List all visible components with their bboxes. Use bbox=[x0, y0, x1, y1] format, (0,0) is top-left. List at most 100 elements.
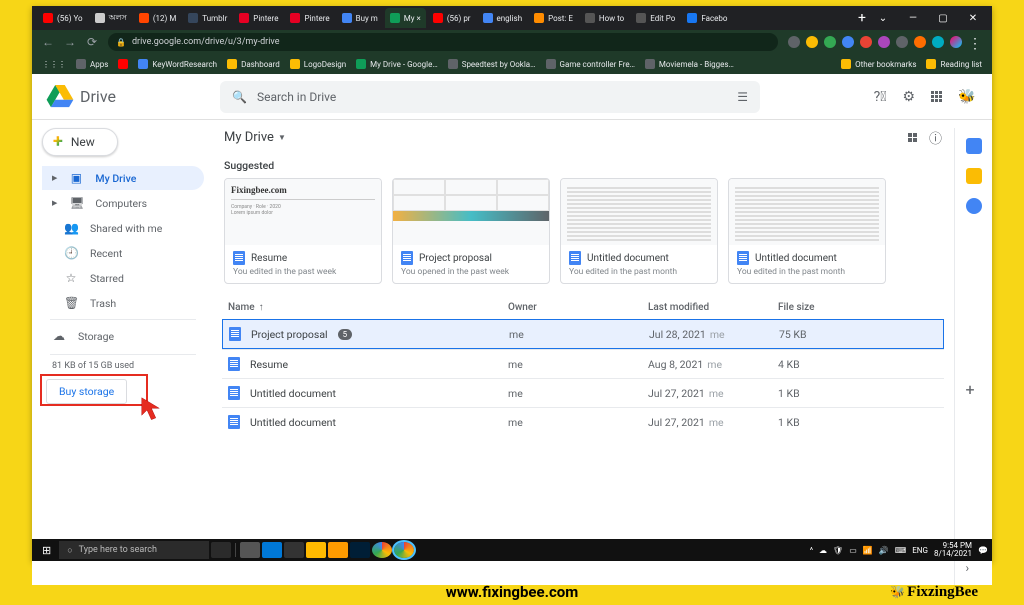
sidebar-item[interactable]: ▶▣My Drive bbox=[42, 166, 204, 190]
file-row[interactable]: Resume me Aug 8, 2021me 4 KB bbox=[222, 349, 944, 378]
clock[interactable]: 9:54 PM 8/14/2021 bbox=[934, 542, 972, 558]
browser-tab[interactable]: My × bbox=[385, 8, 426, 28]
address-bar[interactable]: 🔒 drive.google.com/drive/u/3/my-drive bbox=[108, 33, 778, 51]
ext-icon[interactable] bbox=[932, 36, 944, 48]
chrome-active-icon[interactable] bbox=[394, 542, 414, 558]
calendar-icon[interactable] bbox=[966, 138, 982, 154]
ext-icon[interactable] bbox=[824, 36, 836, 48]
browser-tab[interactable]: Tumblr bbox=[183, 8, 232, 28]
maximize-button[interactable]: ▢ bbox=[934, 13, 952, 24]
browser-tab[interactable]: Post: E bbox=[529, 8, 578, 28]
browser-tab[interactable]: Facebo bbox=[682, 8, 732, 28]
sidebar-item[interactable]: 🗑Trash bbox=[42, 291, 204, 315]
keyboard-icon[interactable]: ⌨ bbox=[895, 546, 907, 555]
task-view-icon[interactable] bbox=[211, 542, 231, 558]
bookmark-item[interactable]: Dashboard bbox=[227, 59, 280, 69]
browser-tab[interactable]: How to bbox=[580, 8, 629, 28]
bookmark-item[interactable]: Other bookmarks bbox=[841, 59, 916, 69]
sidebar-item[interactable]: ☆Starred bbox=[42, 266, 204, 290]
sidebar-item-storage[interactable]: ☁ Storage bbox=[42, 324, 204, 348]
browser-tab[interactable]: (12) M bbox=[134, 8, 181, 28]
bookmark-item[interactable]: Reading list bbox=[926, 59, 982, 69]
browser-tab[interactable]: Edit Po bbox=[631, 8, 680, 28]
browser-tab[interactable]: (56) Yo bbox=[38, 8, 88, 28]
search-input[interactable]: 🔍 Search in Drive ☰ bbox=[220, 81, 760, 113]
browser-tab[interactable]: Pintere bbox=[285, 8, 334, 28]
bookmark-item[interactable]: My Drive - Google… bbox=[356, 59, 438, 69]
suggested-card[interactable]: Untitled document You edited in the past… bbox=[560, 178, 718, 284]
back-button[interactable]: ← bbox=[42, 35, 54, 49]
photoshop-icon[interactable] bbox=[350, 542, 370, 558]
chrome-icon[interactable] bbox=[372, 542, 392, 558]
drive-logo[interactable]: Drive bbox=[46, 85, 210, 109]
battery-icon[interactable]: ▭ bbox=[849, 546, 857, 555]
menu-icon[interactable]: ⋮ bbox=[968, 36, 982, 48]
taskbar-app[interactable] bbox=[240, 542, 260, 558]
bookmark-item[interactable]: LogoDesign bbox=[290, 59, 346, 69]
sidebar-item[interactable]: 🕘Recent bbox=[42, 241, 204, 265]
details-info-icon[interactable]: ⓘ bbox=[929, 128, 942, 147]
new-button[interactable]: + New bbox=[42, 128, 118, 156]
star-icon[interactable] bbox=[806, 36, 818, 48]
ext-icon[interactable] bbox=[860, 36, 872, 48]
browser-tab[interactable]: অলস bbox=[90, 8, 132, 28]
start-button[interactable]: ⊞ bbox=[36, 544, 57, 557]
browser-tab[interactable]: Buy m bbox=[337, 8, 383, 28]
notifications-icon[interactable]: 💬 bbox=[978, 546, 988, 555]
bookmark-item[interactable]: Speedtest by Ookla… bbox=[448, 59, 536, 69]
bookmark-item[interactable]: Game controller Fre… bbox=[546, 59, 635, 69]
chevron-down-icon[interactable]: ⌄ bbox=[874, 13, 892, 24]
add-addon-button[interactable]: + bbox=[966, 380, 982, 396]
share-icon[interactable] bbox=[788, 36, 800, 48]
bookmark-item[interactable]: Apps bbox=[76, 59, 108, 69]
browser-tab[interactable]: (56) pr bbox=[428, 8, 476, 28]
help-icon[interactable]: ?⃝ bbox=[874, 89, 887, 105]
sidebar-item[interactable]: 👥Shared with me bbox=[42, 216, 204, 240]
volume-icon[interactable]: 🔊 bbox=[879, 546, 889, 555]
ext-icon[interactable] bbox=[896, 36, 908, 48]
expand-triangle-icon[interactable]: ▶ bbox=[52, 199, 57, 207]
folder-path-button[interactable]: My Drive ▼ bbox=[224, 130, 286, 145]
suggested-card[interactable]: Untitled document You edited in the past… bbox=[728, 178, 886, 284]
ext-icon[interactable] bbox=[914, 36, 926, 48]
forward-button[interactable]: → bbox=[64, 35, 76, 49]
onedrive-icon[interactable]: ☁ bbox=[819, 546, 827, 555]
column-size[interactable]: File size bbox=[778, 302, 938, 313]
bookmark-item[interactable]: KeyWordResearch bbox=[138, 59, 217, 69]
file-row[interactable]: Project proposal5 me Jul 28, 2021me 75 K… bbox=[222, 319, 944, 349]
minimize-button[interactable]: — bbox=[904, 13, 922, 24]
tasks-icon[interactable] bbox=[966, 198, 982, 214]
edge-icon[interactable] bbox=[262, 542, 282, 558]
bookmark-item[interactable]: Moviemela - Bigges… bbox=[645, 59, 734, 69]
reload-button[interactable]: ⟳ bbox=[86, 35, 98, 49]
column-modified[interactable]: Last modified bbox=[648, 302, 778, 313]
account-avatar[interactable]: 🐝 bbox=[958, 89, 978, 105]
illustrator-icon[interactable] bbox=[328, 542, 348, 558]
browser-tab[interactable]: Pintere bbox=[234, 8, 283, 28]
keep-icon[interactable] bbox=[966, 168, 982, 184]
tray-chevron-icon[interactable]: ^ bbox=[810, 546, 813, 555]
taskbar-search[interactable]: ○ Type here to search bbox=[59, 541, 209, 559]
bookmark-item[interactable] bbox=[118, 59, 128, 69]
collapse-panel-icon[interactable]: › bbox=[966, 561, 982, 577]
file-row[interactable]: Untitled document me Jul 27, 2021me 1 KB bbox=[222, 378, 944, 407]
expand-triangle-icon[interactable]: ▶ bbox=[52, 174, 57, 182]
search-filter-icon[interactable]: ☰ bbox=[737, 90, 748, 104]
settings-gear-icon[interactable]: ⚙ bbox=[902, 89, 915, 105]
store-icon[interactable] bbox=[284, 542, 304, 558]
suggested-card[interactable]: Project proposal You opened in the past … bbox=[392, 178, 550, 284]
suggested-card[interactable]: Fixingbee.comCompany · Role · 2020Lorem … bbox=[224, 178, 382, 284]
ext-icon[interactable] bbox=[878, 36, 890, 48]
profile-avatar[interactable] bbox=[950, 36, 962, 48]
sidebar-item[interactable]: ▶🖥Computers bbox=[42, 191, 204, 215]
layout-grid-icon[interactable] bbox=[908, 133, 917, 142]
language-indicator[interactable]: ENG bbox=[912, 546, 928, 555]
browser-tab[interactable]: english bbox=[478, 8, 528, 28]
file-row[interactable]: Untitled document me Jul 27, 2021me 1 KB bbox=[222, 407, 944, 436]
tray-icon[interactable]: 🛡 bbox=[833, 546, 843, 555]
ext-icon[interactable] bbox=[842, 36, 854, 48]
apps-grid-icon[interactable] bbox=[931, 91, 942, 102]
close-button[interactable]: ✕ bbox=[964, 13, 982, 24]
explorer-icon[interactable] bbox=[306, 542, 326, 558]
apps-icon[interactable]: ⋮⋮⋮ bbox=[42, 60, 66, 69]
